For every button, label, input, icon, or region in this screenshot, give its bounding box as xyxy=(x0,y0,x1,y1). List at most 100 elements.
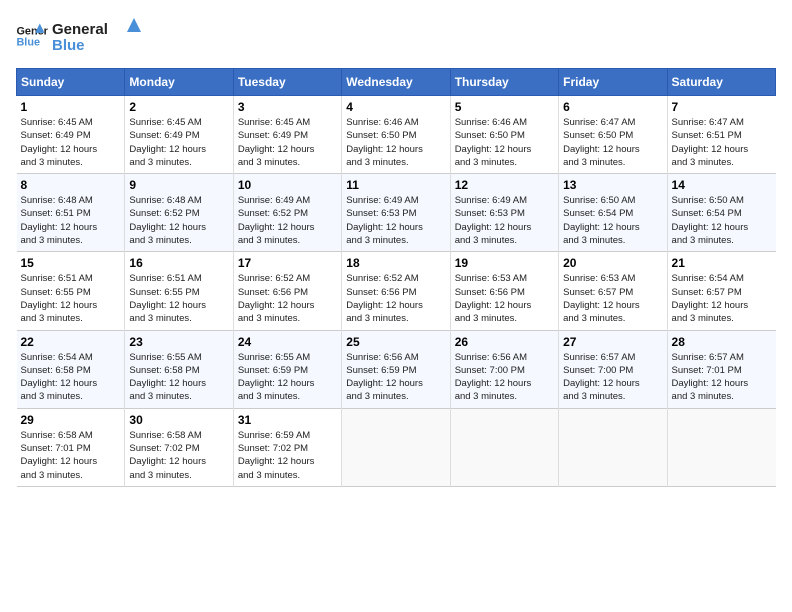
calendar-cell: 22 Sunrise: 6:54 AM Sunset: 6:58 PM Dayl… xyxy=(17,330,125,408)
day-number: 30 xyxy=(129,413,228,427)
day-number: 18 xyxy=(346,256,445,270)
calendar-cell xyxy=(667,408,775,486)
day-number: 21 xyxy=(672,256,772,270)
calendar-cell: 11 Sunrise: 6:49 AM Sunset: 6:53 PM Dayl… xyxy=(342,174,450,252)
weekday-header-sunday: Sunday xyxy=(17,69,125,96)
day-info: Sunrise: 6:58 AM Sunset: 7:02 PM Dayligh… xyxy=(129,429,228,482)
page-header: General Blue General Blue xyxy=(16,16,776,56)
calendar-cell: 28 Sunrise: 6:57 AM Sunset: 7:01 PM Dayl… xyxy=(667,330,775,408)
calendar-cell: 18 Sunrise: 6:52 AM Sunset: 6:56 PM Dayl… xyxy=(342,252,450,330)
day-info: Sunrise: 6:55 AM Sunset: 6:58 PM Dayligh… xyxy=(129,351,228,404)
calendar-cell: 3 Sunrise: 6:45 AM Sunset: 6:49 PM Dayli… xyxy=(233,96,341,174)
calendar-cell: 26 Sunrise: 6:56 AM Sunset: 7:00 PM Dayl… xyxy=(450,330,558,408)
day-info: Sunrise: 6:45 AM Sunset: 6:49 PM Dayligh… xyxy=(21,116,121,169)
day-number: 16 xyxy=(129,256,228,270)
calendar-cell: 2 Sunrise: 6:45 AM Sunset: 6:49 PM Dayli… xyxy=(125,96,233,174)
day-number: 12 xyxy=(455,178,554,192)
calendar-cell: 10 Sunrise: 6:49 AM Sunset: 6:52 PM Dayl… xyxy=(233,174,341,252)
day-info: Sunrise: 6:48 AM Sunset: 6:52 PM Dayligh… xyxy=(129,194,228,247)
day-number: 7 xyxy=(672,100,772,114)
calendar-week-row: 22 Sunrise: 6:54 AM Sunset: 6:58 PM Dayl… xyxy=(17,330,776,408)
day-info: Sunrise: 6:48 AM Sunset: 6:51 PM Dayligh… xyxy=(21,194,121,247)
weekday-header-thursday: Thursday xyxy=(450,69,558,96)
calendar-cell: 19 Sunrise: 6:53 AM Sunset: 6:56 PM Dayl… xyxy=(450,252,558,330)
day-info: Sunrise: 6:56 AM Sunset: 6:59 PM Dayligh… xyxy=(346,351,445,404)
day-number: 8 xyxy=(21,178,121,192)
generalblue-logo: General Blue xyxy=(52,16,142,56)
calendar-cell: 27 Sunrise: 6:57 AM Sunset: 7:00 PM Dayl… xyxy=(559,330,667,408)
day-number: 23 xyxy=(129,335,228,349)
day-number: 15 xyxy=(21,256,121,270)
calendar-cell: 31 Sunrise: 6:59 AM Sunset: 7:02 PM Dayl… xyxy=(233,408,341,486)
weekday-header-wednesday: Wednesday xyxy=(342,69,450,96)
day-number: 27 xyxy=(563,335,662,349)
calendar-week-row: 29 Sunrise: 6:58 AM Sunset: 7:01 PM Dayl… xyxy=(17,408,776,486)
calendar-cell: 16 Sunrise: 6:51 AM Sunset: 6:55 PM Dayl… xyxy=(125,252,233,330)
day-info: Sunrise: 6:53 AM Sunset: 6:57 PM Dayligh… xyxy=(563,272,662,325)
day-number: 1 xyxy=(21,100,121,114)
day-info: Sunrise: 6:58 AM Sunset: 7:01 PM Dayligh… xyxy=(21,429,121,482)
day-number: 25 xyxy=(346,335,445,349)
day-info: Sunrise: 6:55 AM Sunset: 6:59 PM Dayligh… xyxy=(238,351,337,404)
day-number: 20 xyxy=(563,256,662,270)
weekday-header-saturday: Saturday xyxy=(667,69,775,96)
day-info: Sunrise: 6:49 AM Sunset: 6:52 PM Dayligh… xyxy=(238,194,337,247)
day-info: Sunrise: 6:49 AM Sunset: 6:53 PM Dayligh… xyxy=(455,194,554,247)
calendar-cell: 21 Sunrise: 6:54 AM Sunset: 6:57 PM Dayl… xyxy=(667,252,775,330)
day-number: 2 xyxy=(129,100,228,114)
calendar-cell: 13 Sunrise: 6:50 AM Sunset: 6:54 PM Dayl… xyxy=(559,174,667,252)
day-number: 28 xyxy=(672,335,772,349)
day-info: Sunrise: 6:54 AM Sunset: 6:57 PM Dayligh… xyxy=(672,272,772,325)
calendar-table: SundayMondayTuesdayWednesdayThursdayFrid… xyxy=(16,68,776,487)
calendar-cell: 15 Sunrise: 6:51 AM Sunset: 6:55 PM Dayl… xyxy=(17,252,125,330)
day-number: 4 xyxy=(346,100,445,114)
day-number: 3 xyxy=(238,100,337,114)
day-info: Sunrise: 6:47 AM Sunset: 6:51 PM Dayligh… xyxy=(672,116,772,169)
calendar-body: 1 Sunrise: 6:45 AM Sunset: 6:49 PM Dayli… xyxy=(17,96,776,487)
day-number: 14 xyxy=(672,178,772,192)
day-info: Sunrise: 6:45 AM Sunset: 6:49 PM Dayligh… xyxy=(129,116,228,169)
day-number: 24 xyxy=(238,335,337,349)
calendar-cell: 7 Sunrise: 6:47 AM Sunset: 6:51 PM Dayli… xyxy=(667,96,775,174)
day-info: Sunrise: 6:46 AM Sunset: 6:50 PM Dayligh… xyxy=(346,116,445,169)
svg-text:Blue: Blue xyxy=(16,36,40,48)
weekday-header-friday: Friday xyxy=(559,69,667,96)
calendar-week-row: 8 Sunrise: 6:48 AM Sunset: 6:51 PM Dayli… xyxy=(17,174,776,252)
calendar-cell: 25 Sunrise: 6:56 AM Sunset: 6:59 PM Dayl… xyxy=(342,330,450,408)
day-info: Sunrise: 6:47 AM Sunset: 6:50 PM Dayligh… xyxy=(563,116,662,169)
day-number: 29 xyxy=(21,413,121,427)
calendar-header: SundayMondayTuesdayWednesdayThursdayFrid… xyxy=(17,69,776,96)
calendar-cell: 6 Sunrise: 6:47 AM Sunset: 6:50 PM Dayli… xyxy=(559,96,667,174)
day-info: Sunrise: 6:53 AM Sunset: 6:56 PM Dayligh… xyxy=(455,272,554,325)
day-number: 5 xyxy=(455,100,554,114)
calendar-cell: 24 Sunrise: 6:55 AM Sunset: 6:59 PM Dayl… xyxy=(233,330,341,408)
calendar-cell xyxy=(342,408,450,486)
day-number: 10 xyxy=(238,178,337,192)
day-number: 17 xyxy=(238,256,337,270)
day-info: Sunrise: 6:54 AM Sunset: 6:58 PM Dayligh… xyxy=(21,351,121,404)
calendar-cell: 29 Sunrise: 6:58 AM Sunset: 7:01 PM Dayl… xyxy=(17,408,125,486)
calendar-week-row: 1 Sunrise: 6:45 AM Sunset: 6:49 PM Dayli… xyxy=(17,96,776,174)
calendar-cell: 20 Sunrise: 6:53 AM Sunset: 6:57 PM Dayl… xyxy=(559,252,667,330)
calendar-cell: 8 Sunrise: 6:48 AM Sunset: 6:51 PM Dayli… xyxy=(17,174,125,252)
logo-icon: General Blue xyxy=(16,22,48,50)
day-info: Sunrise: 6:52 AM Sunset: 6:56 PM Dayligh… xyxy=(346,272,445,325)
day-number: 19 xyxy=(455,256,554,270)
day-info: Sunrise: 6:57 AM Sunset: 7:01 PM Dayligh… xyxy=(672,351,772,404)
day-info: Sunrise: 6:51 AM Sunset: 6:55 PM Dayligh… xyxy=(129,272,228,325)
calendar-cell: 14 Sunrise: 6:50 AM Sunset: 6:54 PM Dayl… xyxy=(667,174,775,252)
day-number: 22 xyxy=(21,335,121,349)
day-info: Sunrise: 6:45 AM Sunset: 6:49 PM Dayligh… xyxy=(238,116,337,169)
day-info: Sunrise: 6:50 AM Sunset: 6:54 PM Dayligh… xyxy=(672,194,772,247)
calendar-cell: 17 Sunrise: 6:52 AM Sunset: 6:56 PM Dayl… xyxy=(233,252,341,330)
day-info: Sunrise: 6:52 AM Sunset: 6:56 PM Dayligh… xyxy=(238,272,337,325)
calendar-cell: 5 Sunrise: 6:46 AM Sunset: 6:50 PM Dayli… xyxy=(450,96,558,174)
day-info: Sunrise: 6:59 AM Sunset: 7:02 PM Dayligh… xyxy=(238,429,337,482)
weekday-header-monday: Monday xyxy=(125,69,233,96)
svg-text:Blue: Blue xyxy=(52,37,85,54)
day-number: 11 xyxy=(346,178,445,192)
calendar-cell xyxy=(450,408,558,486)
day-number: 6 xyxy=(563,100,662,114)
calendar-cell: 9 Sunrise: 6:48 AM Sunset: 6:52 PM Dayli… xyxy=(125,174,233,252)
day-info: Sunrise: 6:46 AM Sunset: 6:50 PM Dayligh… xyxy=(455,116,554,169)
